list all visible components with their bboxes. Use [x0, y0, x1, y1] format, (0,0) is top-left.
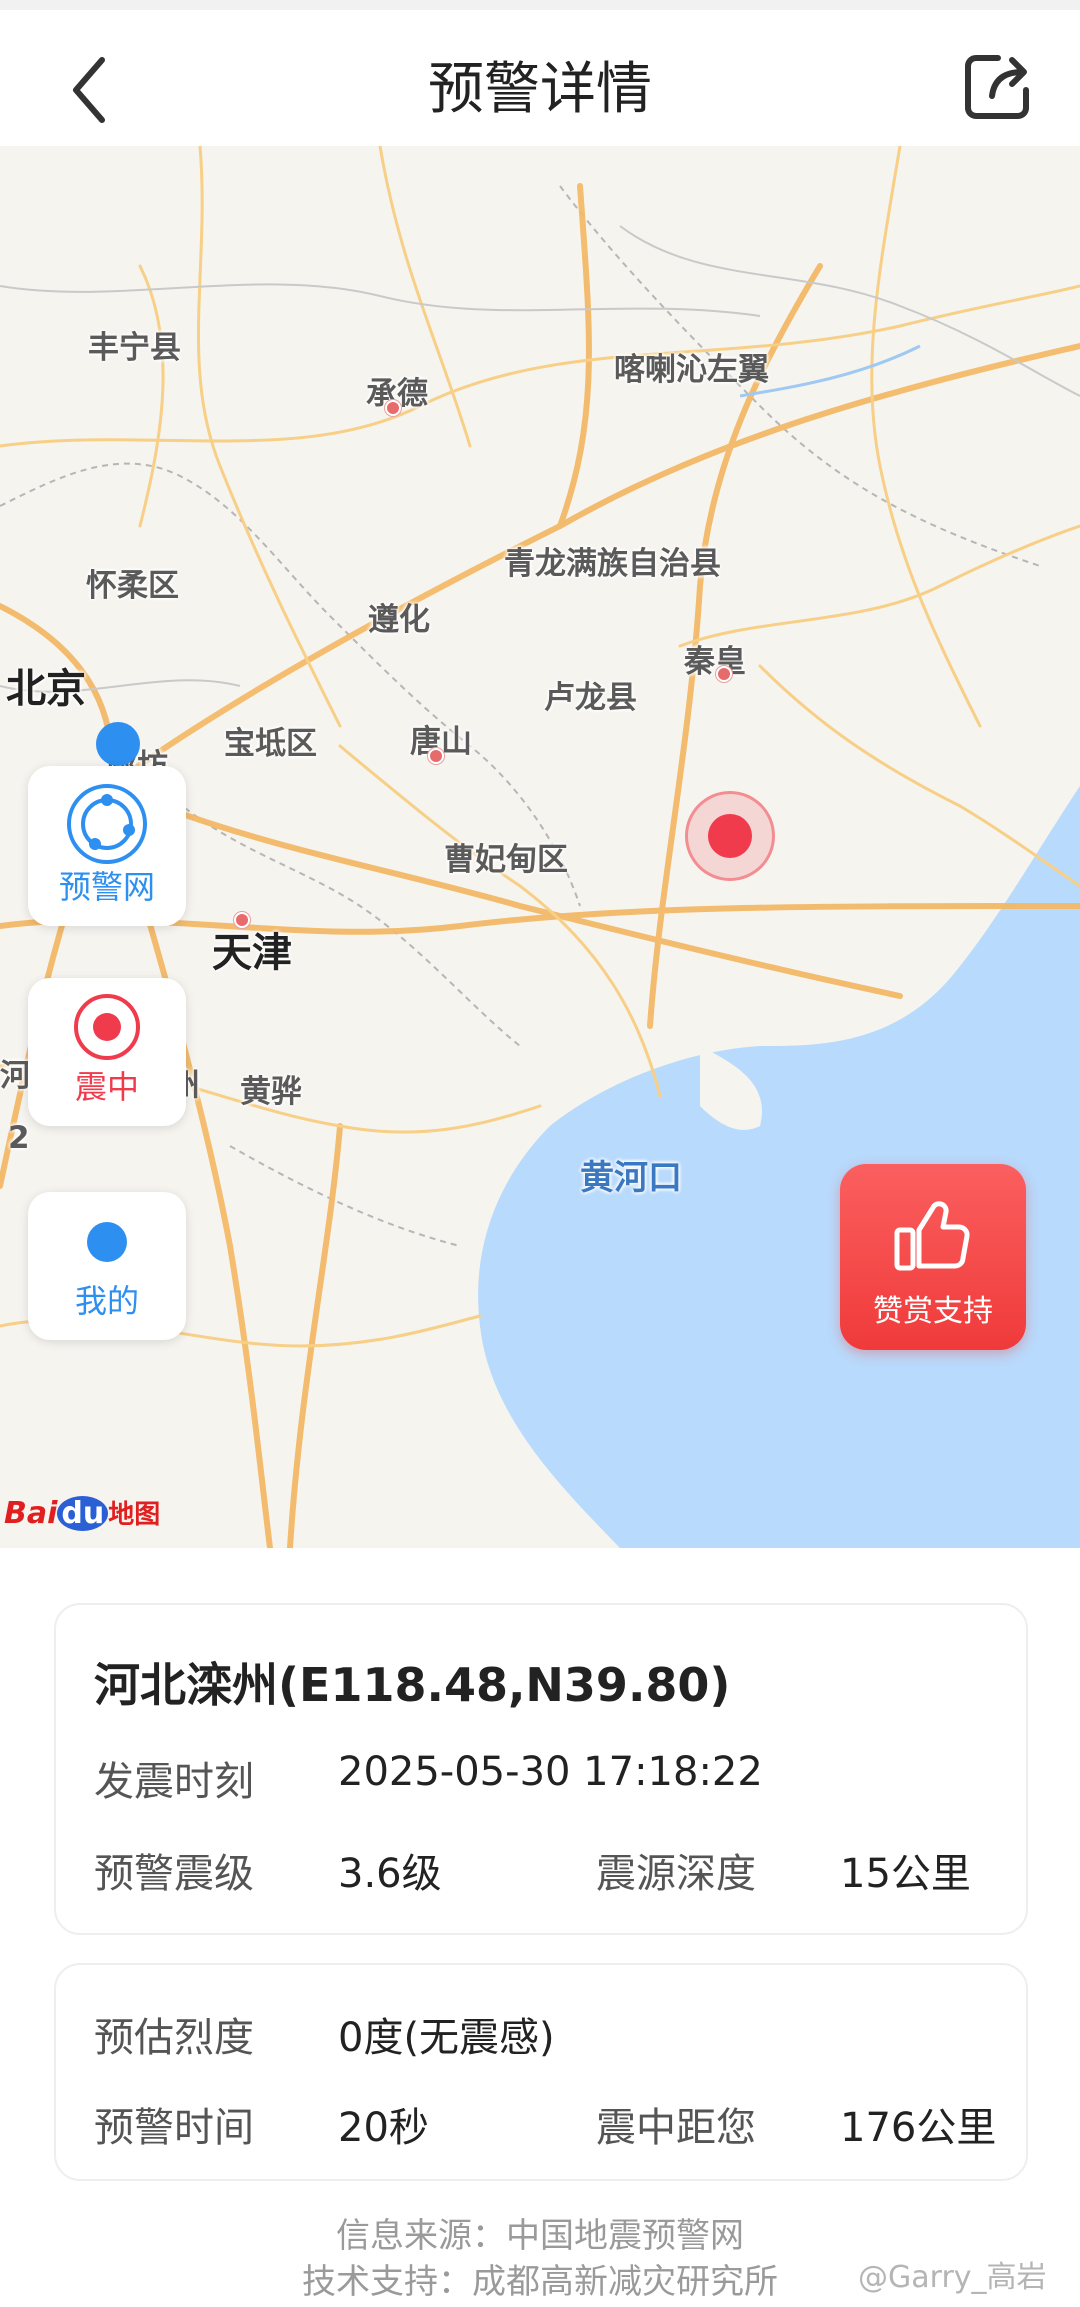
quake-time-label: 发震时刻 — [94, 1759, 254, 1805]
epicenter-label: 震中 — [74, 1068, 139, 1106]
map-label-kalaqin: 喀喇沁左翼 — [614, 352, 769, 388]
quake-info-card: 河北滦州(E118.48,N39.80) 发震时刻 2025-05-30 17:… — [54, 1603, 1028, 1935]
epicenter-core — [708, 814, 752, 858]
city-dot-chengde — [385, 400, 401, 416]
depth-value: 15公里 — [840, 1851, 971, 1897]
quake-location: 河北滦州(E118.48,N39.80) — [94, 1658, 731, 1712]
my-location-button[interactable]: 我的 — [28, 1192, 186, 1340]
my-location-dot-icon — [87, 1222, 127, 1262]
warning-network-icon — [67, 784, 147, 864]
map-label-lulong: 卢龙县 — [544, 680, 637, 716]
map-label-huanghua: 黄骅 — [240, 1074, 302, 1110]
app-header: 预警详情 — [0, 10, 1080, 146]
warning-network-button[interactable]: 预警网 — [28, 766, 186, 926]
map-label-fengning: 丰宁县 — [88, 330, 181, 366]
warning-time-value: 20秒 — [338, 2105, 429, 2151]
intensity-label: 预估烈度 — [94, 2015, 254, 2061]
thumbs-up-icon — [894, 1201, 970, 1271]
local-impact-card: 预估烈度 0度(无震感) 预警时间 20秒 震中距您 176公里 — [54, 1963, 1028, 2181]
warning-network-label: 预警网 — [58, 868, 155, 906]
city-dot-qinhuang — [716, 666, 732, 682]
map-edge-number: 2 — [8, 1120, 30, 1156]
quake-time-value: 2025-05-30 17:18:22 — [338, 1749, 763, 1795]
depth-label: 震源深度 — [596, 1851, 756, 1897]
my-location-label: 我的 — [74, 1282, 139, 1320]
footer-source: 信息来源：中国地震预警网 — [336, 2216, 744, 2256]
city-dot-tianjin — [234, 912, 250, 928]
baidu-map-logo: Bai du 地图 — [4, 1496, 161, 1531]
magnitude-value: 3.6级 — [338, 1851, 442, 1897]
map-label-baodi: 宝坻区 — [224, 726, 317, 762]
share-button[interactable] — [962, 50, 1034, 122]
epicenter-button[interactable]: 震中 — [28, 978, 186, 1126]
map-label-huanghekou: 黄河口 — [580, 1158, 682, 1198]
map-label-huairou: 怀柔区 — [86, 568, 179, 604]
magnitude-label: 预警震级 — [94, 1851, 254, 1897]
map-label-beijing: 北京 — [6, 666, 86, 712]
map-label-caofeidian: 曹妃甸区 — [444, 842, 568, 878]
warning-time-label: 预警时间 — [94, 2105, 254, 2151]
user-location-marker — [96, 722, 140, 766]
reward-support-label: 赞赏支持 — [873, 1294, 993, 1329]
distance-label: 震中距您 — [596, 2105, 756, 2151]
city-dot-tangshan — [428, 748, 444, 764]
watermark: @Garry_高岩 — [858, 2260, 1047, 2295]
page-title: 预警详情 — [428, 57, 652, 122]
map-label-tianjin: 天津 — [212, 930, 292, 976]
epicenter-target-icon — [74, 994, 140, 1060]
map-label-qinhuang: 秦皇 — [684, 644, 746, 680]
intensity-value: 0度(无震感) — [338, 2015, 555, 2061]
distance-value: 176公里 — [840, 2105, 997, 2151]
epicenter-marker[interactable] — [685, 791, 775, 881]
map-label-zunhua: 遵化 — [368, 602, 430, 638]
status-strip — [0, 0, 1080, 10]
share-icon — [965, 55, 1029, 119]
reward-support-button[interactable]: 赞赏支持 — [840, 1164, 1026, 1350]
map-label-qinglong: 青龙满族自治县 — [504, 546, 721, 582]
